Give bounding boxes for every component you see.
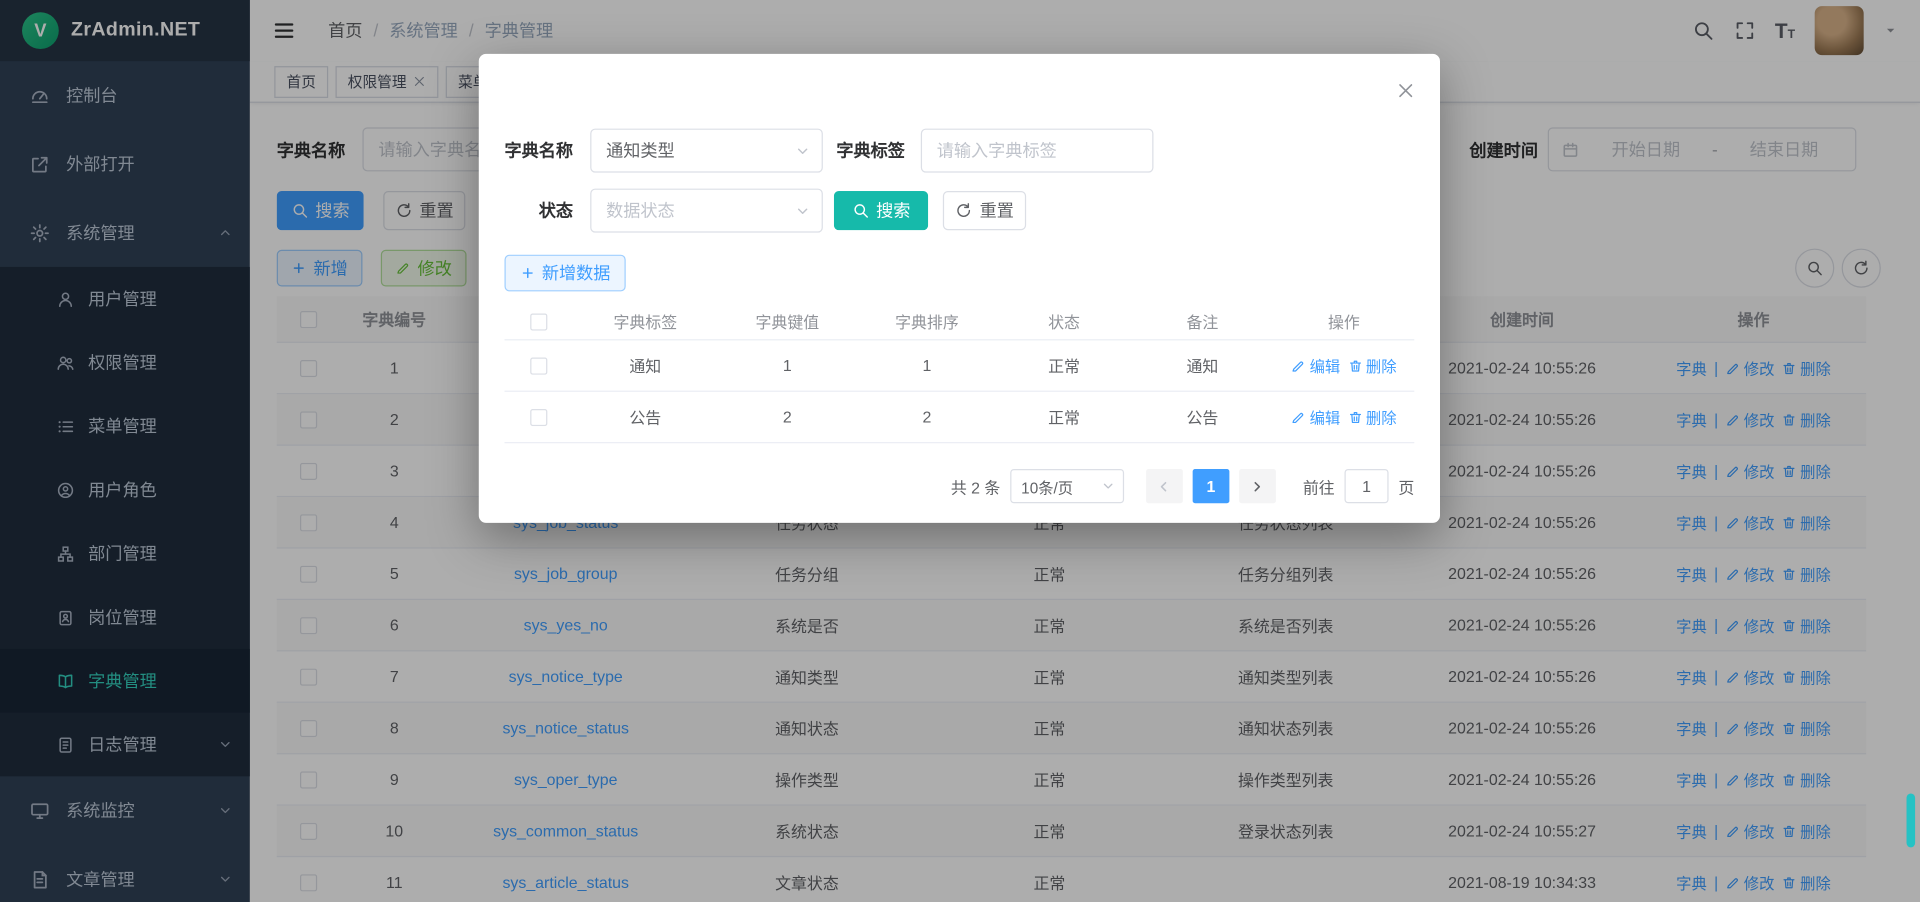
cell-status: 正常 — [997, 354, 1132, 377]
dialog-search-label: 搜索 — [876, 198, 910, 222]
dialog-dict-name-select[interactable]: 通知类型 — [590, 129, 823, 173]
cell-dict-value: 1 — [718, 356, 858, 374]
header-dict-label: 字典标签 — [573, 310, 717, 333]
plus-icon — [520, 266, 535, 281]
header-dict-sort: 字典排序 — [857, 310, 997, 333]
header-status: 状态 — [997, 310, 1132, 333]
dialog-pagination: 共 2 条 10条/页 1 前往 页 — [504, 469, 1414, 503]
dict-data-dialog: 字典名称 通知类型 字典标签 状态 数据状态 搜索 重置 新增数据 字典标签 — [479, 54, 1440, 523]
search-icon — [852, 202, 869, 219]
row-checkbox[interactable] — [530, 357, 547, 374]
goto-label: 前往 — [1303, 474, 1335, 497]
select-all-checkbox[interactable] — [530, 313, 547, 330]
cell-ops: 编辑 删除 — [1273, 405, 1414, 428]
header-ops: 操作 — [1273, 310, 1414, 333]
refresh-icon — [955, 202, 972, 219]
dialog-add-data-button[interactable]: 新增数据 — [504, 255, 625, 292]
dialog-status-select[interactable]: 数据状态 — [590, 189, 823, 233]
header-dict-value: 字典键值 — [718, 310, 858, 333]
chevron-right-icon — [1250, 478, 1266, 494]
row-checkbox[interactable] — [530, 408, 547, 425]
cell-dict-sort: 2 — [857, 408, 997, 426]
cell-remark: 公告 — [1131, 405, 1273, 428]
dialog-status-label: 状态 — [504, 189, 573, 233]
cell-dict-label: 通知 — [573, 354, 717, 377]
app-root: V ZrAdmin.NET 控制台 外部打开 系统管理 用户管理 — [0, 0, 1920, 902]
dialog-add-data-label: 新增数据 — [542, 261, 611, 285]
next-page-button[interactable] — [1239, 469, 1276, 503]
cell-dict-value: 2 — [718, 408, 858, 426]
close-icon[interactable] — [1396, 81, 1416, 101]
chevron-down-icon — [1101, 479, 1116, 494]
prev-page-button[interactable] — [1146, 469, 1183, 503]
trash-icon — [1348, 358, 1363, 373]
page-size-select[interactable]: 10条/页 — [1010, 469, 1124, 503]
dialog-reset-button[interactable]: 重置 — [943, 191, 1026, 230]
chevron-left-icon — [1156, 478, 1172, 494]
cell-remark: 通知 — [1131, 354, 1273, 377]
cell-ops: 编辑 删除 — [1273, 354, 1414, 377]
page-size-value: 10条/页 — [1021, 474, 1073, 497]
select-placeholder: 数据状态 — [606, 198, 675, 222]
selected-value: 通知类型 — [606, 138, 675, 162]
dialog-table-row: 通知 1 1 正常 通知 编辑 删除 — [504, 340, 1414, 391]
edit-link[interactable]: 编辑 — [1291, 354, 1340, 377]
cell-dict-label: 公告 — [573, 405, 717, 428]
pagination-total: 共 2 条 — [951, 474, 1001, 497]
edit-link[interactable]: 编辑 — [1291, 405, 1340, 428]
goto-unit: 页 — [1398, 474, 1414, 497]
header-remark: 备注 — [1131, 310, 1273, 333]
cell-dict-sort: 1 — [857, 356, 997, 374]
dialog-table-header-row: 字典标签 字典键值 字典排序 状态 备注 操作 — [504, 304, 1414, 341]
dialog-dict-name-label: 字典名称 — [504, 129, 573, 173]
dialog-table-row: 公告 2 2 正常 公告 编辑 删除 — [504, 392, 1414, 443]
dialog-reset-label: 重置 — [980, 198, 1014, 222]
trash-icon — [1348, 410, 1363, 425]
dialog-dict-label-label: 字典标签 — [836, 129, 905, 173]
page-number-current[interactable]: 1 — [1193, 469, 1230, 503]
edit-icon — [1291, 410, 1306, 425]
goto-page-input[interactable] — [1344, 469, 1388, 503]
page-scrollbar-thumb[interactable] — [1907, 793, 1916, 847]
chevron-down-icon — [795, 143, 811, 159]
dialog-dict-data-table: 字典标签 字典键值 字典排序 状态 备注 操作 通知 1 1 正常 通知 编辑 … — [504, 304, 1414, 444]
dialog-dict-label-input[interactable] — [921, 129, 1154, 173]
cell-status: 正常 — [997, 405, 1132, 428]
edit-icon — [1291, 358, 1306, 373]
delete-link[interactable]: 删除 — [1348, 405, 1397, 428]
chevron-down-icon — [795, 203, 811, 219]
delete-link[interactable]: 删除 — [1348, 354, 1397, 377]
dialog-search-button[interactable]: 搜索 — [834, 191, 928, 230]
